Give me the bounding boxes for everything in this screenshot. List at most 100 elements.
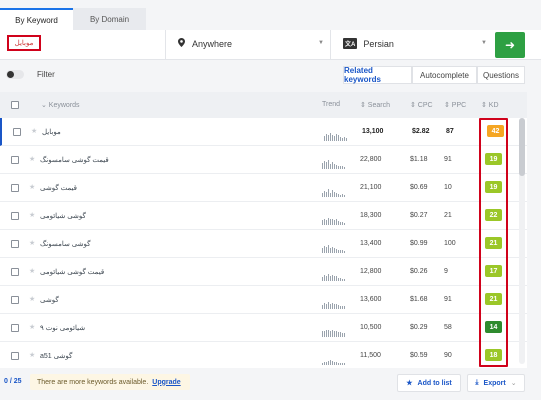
ppc-cell: 90: [444, 352, 452, 359]
star-icon[interactable]: ★: [29, 211, 35, 219]
keyword-cell[interactable]: گوشی سامسونگ: [40, 240, 90, 248]
table-row[interactable]: ★ شیائومی نوت ۹ 10,500 $0.29 58 14: [0, 314, 527, 342]
search-volume-cell: 13,100: [362, 128, 384, 135]
mode-questions[interactable]: Questions: [477, 66, 525, 84]
ppc-cell: 9: [444, 268, 448, 275]
upgrade-link[interactable]: Upgrade: [152, 379, 180, 386]
export-label: Export: [483, 379, 506, 387]
cpc-cell: $0.27: [410, 212, 428, 219]
keyword-input[interactable]: موبایل: [7, 35, 41, 51]
row-checkbox[interactable]: [11, 156, 19, 164]
header-ppc[interactable]: ⇕ PPC: [444, 101, 466, 109]
arrow-right-icon: ➜: [504, 38, 516, 52]
search-volume-cell: 10,500: [360, 324, 382, 331]
row-checkbox[interactable]: [11, 240, 19, 248]
keyword-cell[interactable]: قیمت گوشی: [40, 184, 77, 192]
keyword-cell[interactable]: گوشی: [40, 296, 59, 304]
header-cpc[interactable]: ⇕ CPC: [410, 101, 433, 109]
keywords-table: ⌄ Keywords Trend ⇕ Search ⇕ CPC ⇕ PPC ⇕ …: [0, 92, 527, 368]
location-pin-icon: [178, 38, 185, 49]
scrollbar-thumb[interactable]: [519, 118, 525, 176]
star-icon[interactable]: ★: [29, 351, 35, 359]
download-icon: ⤓: [475, 379, 479, 386]
row-checkbox[interactable]: [11, 212, 19, 220]
table-row[interactable]: ★ قیمت گوشی 21,100 $0.69 10 19: [0, 174, 527, 202]
table-row[interactable]: ★ گوشی a51 11,500 $0.59 90 18: [0, 342, 527, 368]
table-row[interactable]: ★ گوشی سامسونگ 13,400 $0.99 100 21: [0, 230, 527, 258]
table-scrollbar[interactable]: [519, 118, 525, 364]
row-checkbox[interactable]: [11, 268, 19, 276]
kd-badge: 19: [485, 153, 502, 165]
star-icon[interactable]: ★: [29, 155, 35, 163]
language-select[interactable]: 文A Persian: [343, 38, 394, 49]
kd-badge: 18: [485, 349, 502, 361]
keyword-cell[interactable]: گوشی a51: [40, 352, 72, 360]
table-row[interactable]: ★ گوشی شیائومی 18,300 $0.27 21 22: [0, 202, 527, 230]
ppc-cell: 10: [444, 184, 452, 191]
kd-badge: 14: [485, 321, 502, 333]
kd-badge: 42: [487, 125, 504, 137]
keyword-cell[interactable]: قیمت گوشی شیائومی: [40, 268, 104, 276]
trend-sparkline: [322, 274, 345, 281]
cpc-cell: $2.82: [412, 128, 430, 135]
header-keywords[interactable]: ⌄ Keywords: [41, 101, 80, 109]
search-volume-cell: 21,100: [360, 184, 382, 191]
translate-icon: 文A: [343, 38, 358, 49]
table-row[interactable]: ★ گوشی 13,600 $1.68 91 21: [0, 286, 527, 314]
trend-sparkline: [322, 189, 345, 197]
header-trend: Trend: [322, 101, 341, 108]
search-volume-cell: 11,500: [360, 352, 381, 359]
keyword-cell[interactable]: قیمت گوشی سامسونگ: [40, 156, 109, 164]
trend-sparkline: [324, 133, 347, 141]
location-value: Anywhere: [192, 38, 233, 49]
search-volume-cell: 12,800: [360, 268, 382, 275]
table-row[interactable]: ★ قیمت گوشی سامسونگ 22,800 $1.18 91 19: [0, 146, 527, 174]
cpc-cell: $0.26: [410, 268, 428, 275]
star-icon[interactable]: ★: [29, 239, 35, 247]
upgrade-notice: There are more keywords available. Upgra…: [30, 374, 190, 390]
export-button[interactable]: ⤓ Export ⌄: [467, 374, 525, 392]
star-icon[interactable]: ★: [29, 323, 35, 331]
row-checkbox[interactable]: [11, 352, 19, 360]
header-kd[interactable]: ⇕ KD: [481, 101, 499, 109]
row-checkbox[interactable]: [11, 184, 19, 192]
ppc-cell: 91: [444, 296, 452, 303]
star-icon[interactable]: ★: [29, 183, 35, 191]
notice-text: There are more keywords available.: [37, 378, 149, 386]
star-icon[interactable]: ★: [31, 127, 37, 135]
table-footer: 0 / 25 There are more keywords available…: [0, 372, 541, 394]
kd-badge: 21: [485, 293, 502, 305]
keyword-cell[interactable]: گوشی شیائومی: [40, 212, 86, 220]
trend-sparkline: [322, 360, 345, 365]
row-checkbox[interactable]: [11, 324, 19, 332]
star-icon: ★: [406, 380, 413, 387]
filter-toggle[interactable]: [6, 70, 24, 79]
star-icon[interactable]: ★: [29, 295, 35, 303]
header-search[interactable]: ⇕ Search: [360, 101, 390, 109]
table-row[interactable]: ★ قیمت گوشی شیائومی 12,800 $0.26 9 17: [0, 258, 527, 286]
search-volume-cell: 18,300: [360, 212, 382, 219]
trend-sparkline: [322, 160, 345, 169]
search-volume-cell: 22,800: [360, 156, 382, 163]
keyword-cell[interactable]: شیائومی نوت ۹: [40, 324, 85, 332]
location-select[interactable]: Anywhere: [178, 38, 232, 49]
tab-by-domain[interactable]: By Domain: [73, 8, 146, 30]
chevron-down-icon: ▼: [318, 40, 324, 46]
star-icon[interactable]: ★: [29, 267, 35, 275]
search-mode-tabs: By Keyword By Domain: [0, 8, 146, 30]
tab-by-keyword[interactable]: By Keyword: [0, 8, 73, 30]
add-to-list-button[interactable]: ★ Add to list: [397, 374, 461, 392]
cpc-cell: $0.29: [410, 324, 428, 331]
search-submit-button[interactable]: ➜: [495, 32, 525, 58]
row-checkbox[interactable]: [13, 128, 21, 136]
selected-count: 0 / 25: [4, 378, 22, 385]
ppc-cell: 87: [446, 128, 454, 135]
table-row[interactable]: ★ موبایل 13,100 $2.82 87 42: [0, 118, 527, 146]
keyword-cell[interactable]: موبایل: [42, 128, 61, 136]
mode-related-keywords[interactable]: Related keywords: [343, 66, 412, 84]
cpc-cell: $0.99: [410, 240, 428, 247]
row-checkbox[interactable]: [11, 296, 19, 304]
mode-autocomplete[interactable]: Autocomplete: [412, 66, 477, 84]
select-all-checkbox[interactable]: [11, 101, 19, 109]
kd-badge: 19: [485, 181, 502, 193]
